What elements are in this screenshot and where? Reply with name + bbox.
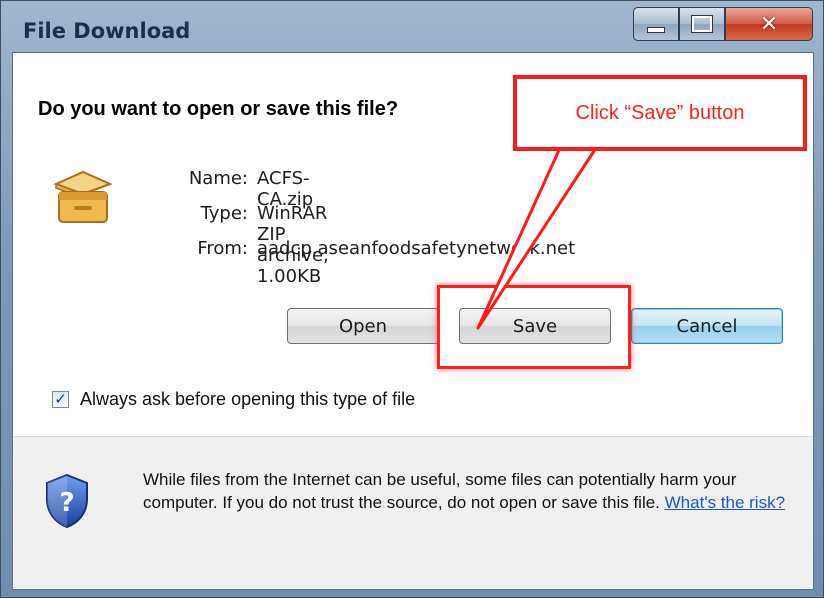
name-label: Name: (188, 168, 248, 189)
save-highlight-box (437, 285, 631, 369)
warning-text-block: While files from the Internet can be use… (143, 468, 793, 514)
maximize-button[interactable] (679, 7, 725, 41)
security-shield-question-icon: ? (46, 473, 88, 529)
open-button[interactable]: Open (287, 308, 439, 344)
annotation-callout: Click “Save” button (513, 75, 807, 151)
window-title: File Download (23, 19, 191, 43)
window-controls: ✕ (633, 7, 817, 43)
warning-text: While files from the Internet can be use… (143, 470, 737, 512)
maximize-icon (691, 15, 713, 33)
svg-text:?: ? (59, 488, 74, 518)
type-label: Type: (200, 203, 248, 224)
package-box-icon (53, 170, 113, 223)
whats-the-risk-link[interactable]: What's the risk? (665, 493, 785, 512)
cancel-button[interactable]: Cancel (631, 308, 783, 344)
from-label: From: (197, 238, 248, 259)
minimize-button[interactable] (633, 7, 679, 41)
close-icon: ✕ (759, 11, 779, 37)
always-ask-label: Always ask before opening this type of f… (80, 389, 416, 409)
from-value: aadcp.aseanfoodsafetynetwork.net (257, 238, 576, 259)
minimize-icon (647, 27, 665, 33)
dialog-question: Do you want to open or save this file? (38, 98, 399, 120)
always-ask-checkbox[interactable]: ✓ (52, 391, 69, 408)
close-button[interactable]: ✕ (725, 7, 813, 41)
